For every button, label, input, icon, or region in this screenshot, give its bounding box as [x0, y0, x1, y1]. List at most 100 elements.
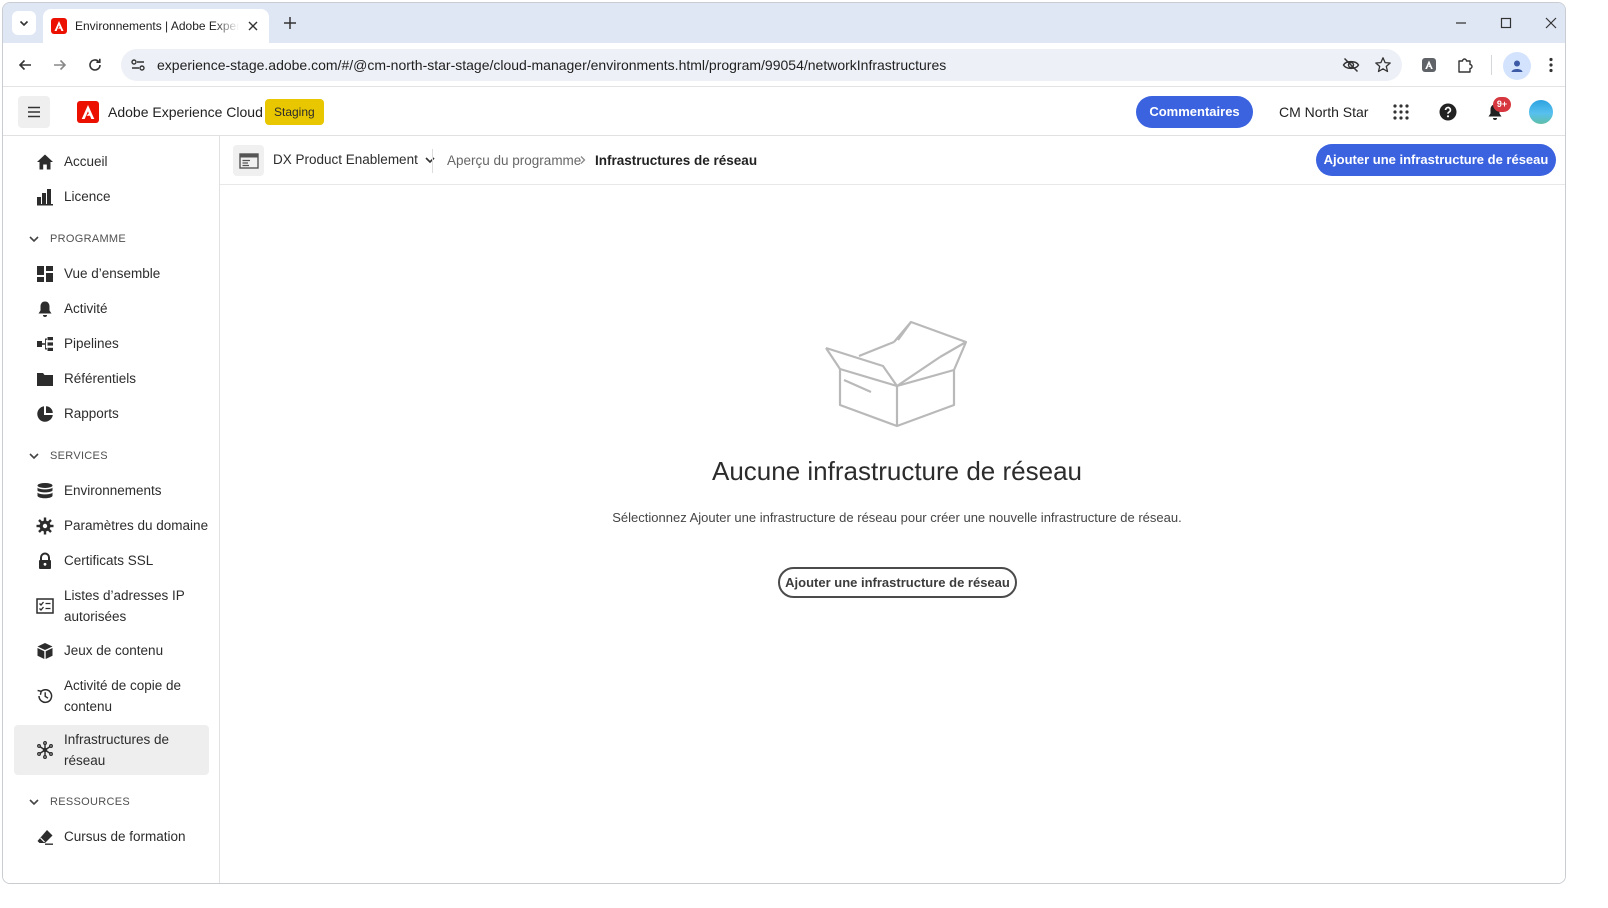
- sidebar-item-cursus-formation[interactable]: Cursus de formation: [14, 825, 209, 848]
- hamburger-icon: [28, 106, 40, 118]
- org-switcher[interactable]: CM North Star: [1279, 104, 1368, 120]
- app-name[interactable]: Adobe Experience Cloud: [108, 104, 263, 120]
- toolbar-divider: [1491, 55, 1492, 75]
- add-network-infrastructure-button[interactable]: Ajouter une infrastructure de réseau: [1316, 144, 1556, 176]
- adobe-extension-icon[interactable]: [1418, 54, 1440, 76]
- sidebar-item-accueil[interactable]: Accueil: [14, 150, 209, 173]
- network-icon: [35, 740, 55, 760]
- browser-window: Environnements | Adobe Experience Cloud: [2, 2, 1566, 884]
- home-icon: [35, 152, 55, 172]
- notification-count-badge: 9+: [1493, 97, 1511, 112]
- hamburger-menu-button[interactable]: [18, 96, 50, 128]
- profile-button[interactable]: [1503, 52, 1531, 80]
- adobe-favicon-icon: [51, 18, 67, 34]
- bookmark-star-icon[interactable]: [1374, 56, 1392, 74]
- browser-toolbar: experience-stage.adobe.com/#/@cm-north-s…: [3, 43, 1565, 87]
- back-button[interactable]: [12, 52, 38, 78]
- breadcrumb-parent[interactable]: Aperçu du programme: [447, 153, 581, 168]
- sidebar-item-label: Infrastructures de réseau: [64, 729, 169, 771]
- sidebar-item-label: Référentiels: [64, 371, 137, 386]
- apps-grid-icon[interactable]: [1390, 101, 1412, 123]
- pipeline-icon: [35, 334, 55, 354]
- label-line-1: Infrastructures de: [64, 732, 170, 747]
- eye-off-icon[interactable]: [1342, 56, 1360, 74]
- folder-icon: [35, 369, 55, 389]
- feedback-button[interactable]: Commentaires: [1136, 96, 1253, 128]
- sidebar-item-certificats-ssl[interactable]: Certificats SSL: [14, 549, 209, 572]
- maximize-button[interactable]: [1494, 11, 1518, 35]
- kebab-menu-icon: [1549, 57, 1553, 73]
- program-picker[interactable]: DX Product Enablement: [273, 152, 436, 167]
- app-header: Adobe Experience Cloud Staging Commentai…: [3, 88, 1565, 136]
- arrow-right-icon: [54, 59, 67, 71]
- environment-badge: Staging: [265, 99, 324, 125]
- sidebar-item-pipelines[interactable]: Pipelines: [14, 332, 209, 355]
- address-bar[interactable]: experience-stage.adobe.com/#/@cm-north-s…: [121, 49, 1402, 81]
- label-line-2: contenu: [64, 699, 113, 714]
- sidebar-item-copie-contenu[interactable]: Activité de copie de contenu: [14, 674, 209, 718]
- sidebar-item-label: Accueil: [64, 154, 108, 169]
- minimize-button[interactable]: [1449, 11, 1473, 35]
- subheader-divider: [432, 149, 433, 173]
- empty-state-add-button[interactable]: Ajouter une infrastructure de réseau: [778, 567, 1017, 598]
- minimize-icon: [1456, 22, 1466, 24]
- section-header-services[interactable]: SERVICES: [27, 449, 108, 463]
- bell-icon: [35, 299, 55, 319]
- sidebar-item-label: Rapports: [64, 406, 119, 421]
- close-icon: [1545, 17, 1557, 29]
- history-icon: [35, 686, 55, 706]
- left-nav: Accueil Licence PROGRAMME Vue d’ensemble…: [3, 136, 220, 883]
- section-header-programme[interactable]: PROGRAMME: [27, 232, 126, 246]
- sidebar-item-vue-ensemble[interactable]: Vue d’ensemble: [14, 262, 209, 285]
- new-tab-button[interactable]: [279, 12, 301, 34]
- sidebar-item-referentiels[interactable]: Référentiels: [14, 367, 209, 390]
- section-header-ressources[interactable]: RESSOURCES: [27, 795, 130, 809]
- adobe-logo-icon[interactable]: [77, 101, 99, 123]
- lock-icon: [35, 551, 55, 571]
- tab-title: Environnements | Adobe Experience Cloud: [75, 19, 239, 33]
- browser-menu-button[interactable]: [1540, 54, 1562, 76]
- reload-icon: [89, 58, 101, 71]
- checklist-icon: [35, 596, 55, 616]
- sidebar-item-rapports[interactable]: Rapports: [14, 402, 209, 425]
- browser-tab-active[interactable]: Environnements | Adobe Experience Cloud: [43, 9, 269, 43]
- section-title: PROGRAMME: [50, 233, 127, 245]
- sidebar-item-label: Cursus de formation: [64, 829, 186, 844]
- chevron-down-icon: [27, 795, 41, 809]
- reload-button[interactable]: [82, 52, 108, 78]
- reports-icon: [35, 404, 55, 424]
- sidebar-item-infrastructures-reseau[interactable]: Infrastructures de réseau: [14, 725, 209, 775]
- help-icon[interactable]: [1437, 101, 1459, 123]
- page-subheader: DX Product Enablement Aperçu du programm…: [220, 136, 1565, 185]
- overview-icon: [35, 264, 55, 284]
- main-content: DX Product Enablement Aperçu du programm…: [220, 136, 1565, 883]
- breadcrumb-current: Infrastructures de réseau: [595, 153, 758, 168]
- forward-button[interactable]: [47, 52, 73, 78]
- close-tab-icon[interactable]: [245, 18, 261, 34]
- chevron-right-icon: [578, 154, 590, 166]
- sidebar-item-label: Pipelines: [64, 336, 119, 351]
- eraser-icon: [35, 827, 55, 847]
- label-line-2: autorisées: [64, 609, 127, 624]
- chevron-down-icon: [27, 232, 41, 246]
- license-icon: [35, 187, 55, 207]
- url-text: experience-stage.adobe.com/#/@cm-north-s…: [157, 57, 947, 73]
- label-line-1: Listes d’adresses IP: [64, 588, 185, 603]
- sidebar-item-parametres-domaine[interactable]: Paramètres du domaine: [14, 514, 209, 537]
- sidebar-item-licence[interactable]: Licence: [14, 185, 209, 208]
- sidebar-item-label: Jeux de contenu: [64, 643, 164, 658]
- tab-search-button[interactable]: [12, 11, 36, 35]
- sidebar-item-label: Activité: [64, 301, 108, 316]
- sidebar-item-environnements[interactable]: Environnements: [14, 479, 209, 502]
- chevron-down-icon: [27, 449, 41, 463]
- sidebar-item-activite[interactable]: Activité: [14, 297, 209, 320]
- empty-state-description: Sélectionnez Ajouter une infrastructure …: [612, 510, 1182, 525]
- arrow-left-icon: [18, 59, 31, 71]
- close-window-button[interactable]: [1539, 11, 1563, 35]
- user-avatar[interactable]: [1529, 100, 1553, 124]
- extensions-puzzle-icon[interactable]: [1454, 54, 1476, 76]
- sidebar-item-jeux-contenu[interactable]: Jeux de contenu: [14, 639, 209, 662]
- section-title: SERVICES: [50, 450, 108, 462]
- sidebar-item-listes-ip[interactable]: Listes d’adresses IP autorisées: [14, 584, 209, 628]
- sidebar-item-label: Certificats SSL: [64, 553, 154, 568]
